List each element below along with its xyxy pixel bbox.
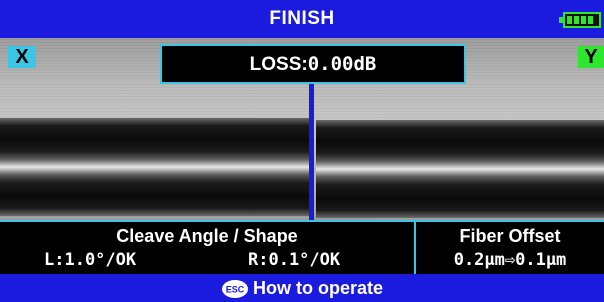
how-to-operate-button[interactable]: ESC How to operate [0,274,604,302]
y-axis-label: Y [578,46,604,68]
loss-readout: LOSS:0.00dB [160,44,466,84]
cleave-right-value: R:0.1°/OK [248,250,341,270]
svg-text:ESC: ESC [226,285,245,295]
right-fiber-image [316,120,604,218]
x-axis-label: X [8,46,36,68]
cleave-left-value: L:1.0°/OK [44,250,137,270]
esc-key-icon: ESC [221,280,248,299]
loss-value: 0.00dB [307,53,377,75]
fiber-offset-title: Fiber Offset [459,226,561,246]
battery-icon [559,12,601,28]
left-fiber-image [0,118,310,216]
info-panel: Cleave Angle / Shape L:1.0°/OK R:0.1°/OK… [0,220,604,274]
title-bar: FINISH [0,0,604,38]
fiber-offset-value: 0.2μm⇨0.1μm [453,250,567,270]
screen-title: FINISH [269,8,335,29]
how-to-operate-label: How to operate [252,278,383,298]
fusion-splicer-screen: FINISH X Y LOSS:0.00dB Cleave Angle / Sh… [0,0,604,302]
loss-label: LOSS: [249,54,308,75]
cleave-angle-title: Cleave Angle / Shape [116,226,298,246]
